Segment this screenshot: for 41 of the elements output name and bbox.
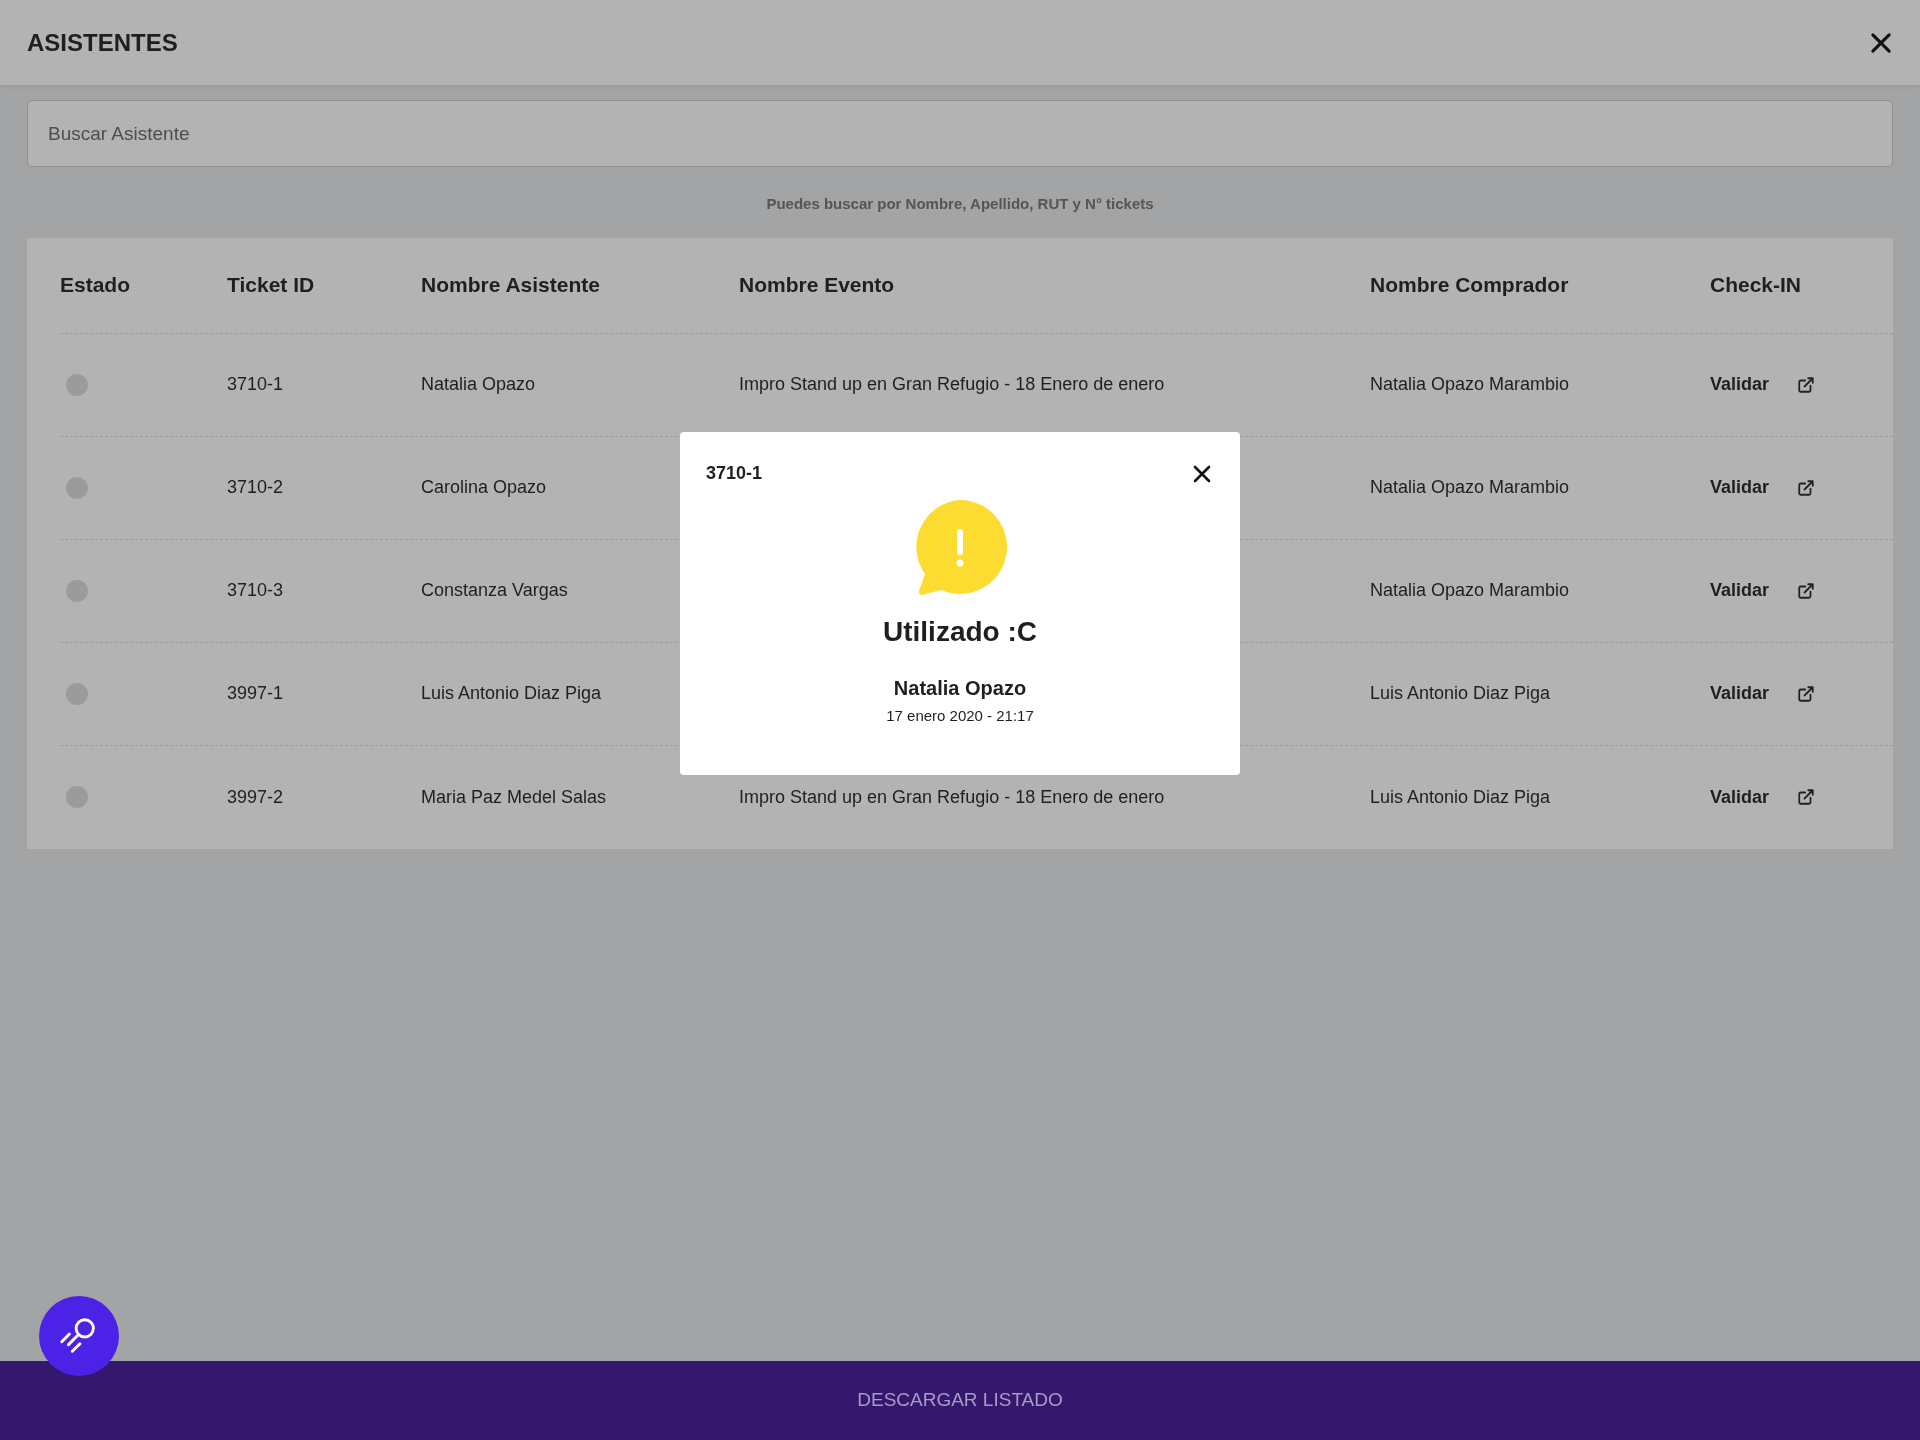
table-cell-text: 3710-1 [227,373,284,396]
table-cell-text: Carolina Opazo [421,476,547,499]
validate-link[interactable]: Validar [1710,783,1770,811]
checkin-date: 17 enero 2020 - 21:17 [886,706,1034,726]
column-header: Check-IN [1710,272,1802,299]
external-link-icon[interactable] [1797,581,1816,600]
table-cell-text: 3710-3 [227,579,284,602]
column-header: Nombre Comprador [1370,272,1569,299]
table-cell-text: 3997-1 [227,682,284,705]
table-cell: Impro Stand up en Gran Refugio - 18 Enero de enero [739,786,1165,807]
status-message: Utilizado :C [883,615,1037,649]
search-field[interactable]: Buscar Asistente [27,100,1893,167]
table-cell-text: Natalia Opazo Marambio [1370,579,1570,602]
validate-link[interactable]: Validar [1710,474,1770,501]
table-cell-text: Natalia Opazo Marambio [1370,373,1570,396]
table-cell-text: Luis Antonio Diaz Piga [421,682,602,705]
table-cell-text: Natalia Opazo Marambio [1370,476,1570,499]
column-header: Estado [60,272,130,299]
search-hint: Puedes buscar por Nombre, Apellido, RUT y N° tickets [766,194,1154,214]
column-header: Nombre Asistente [421,272,600,299]
table-cell: Impro Stand up en Gran Refugio - 18 Enero de enero [739,374,1165,394]
external-link-icon[interactable] [1797,684,1816,703]
attendee-name: Natalia Opazo [893,676,1027,701]
table-cell-text: Luis Antonio Diaz Piga [1370,682,1551,705]
external-link-icon[interactable] [1797,788,1816,806]
validate-link[interactable]: Validar [1710,680,1770,707]
dialog-title: 3710-1 [706,462,763,485]
table-cell-text: Natalia Opazo [421,373,536,396]
table-cell-text: 3997-2 [227,785,284,809]
page-title: ASISTENTES [27,27,178,58]
table-cell-text: Maria Paz Medel Salas [421,785,607,809]
column-header: Ticket ID [227,272,315,299]
table-cell-text: 3710-2 [227,476,284,499]
validate-link[interactable]: Validar [1710,577,1770,604]
table-cell-text: Luis Antonio Diaz Piga [1370,785,1551,809]
table-cell-text: Constanza Vargas [421,579,568,602]
external-link-icon[interactable] [1797,478,1816,497]
download-list-button[interactable]: DESCARGAR LISTADO [0,1361,1920,1440]
external-link-icon[interactable] [1797,375,1816,394]
column-header: Nombre Evento [739,272,895,299]
validate-link[interactable]: Validar [1710,371,1770,398]
